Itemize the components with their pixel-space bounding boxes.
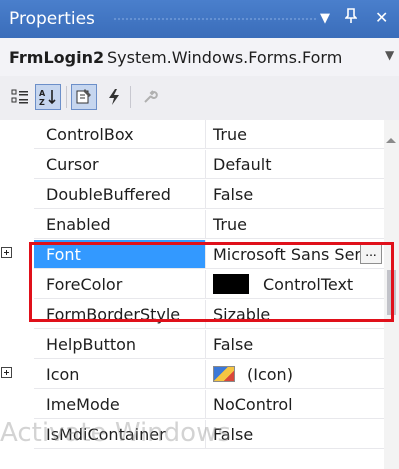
- property-value-text: True: [213, 215, 247, 234]
- property-value-text: NoControl: [213, 395, 293, 414]
- title-bar-grip[interactable]: [113, 17, 318, 22]
- pin-icon[interactable]: [344, 8, 358, 28]
- row-expander[interactable]: [0, 240, 34, 270]
- svg-text:Z: Z: [39, 98, 45, 106]
- property-value-text: Default: [213, 155, 272, 174]
- row-expander: [0, 420, 34, 450]
- property-name[interactable]: ForeColor: [34, 270, 206, 299]
- property-name[interactable]: ControlBox: [34, 120, 206, 149]
- properties-title-bar: Properties ▼ ✕: [0, 0, 399, 38]
- row-expander: [0, 180, 34, 210]
- property-name[interactable]: ImeMode: [34, 390, 206, 419]
- property-value-text: False: [213, 335, 254, 354]
- row-expander: [0, 390, 34, 420]
- property-name[interactable]: IsMdiContainer: [34, 420, 206, 449]
- alphabetical-sort-icon[interactable]: A Z: [35, 84, 61, 110]
- property-value-text: ControlText: [263, 275, 354, 294]
- svg-text:A: A: [39, 89, 46, 98]
- property-row-icon[interactable]: Icon (Icon): [0, 360, 399, 390]
- property-value[interactable]: ControlText: [206, 270, 384, 299]
- property-value[interactable]: False: [206, 420, 384, 449]
- property-name[interactable]: DoubleBuffered: [34, 180, 206, 209]
- property-row-font[interactable]: Font Microsoft Sans Serif...: [0, 240, 399, 270]
- property-name[interactable]: HelpButton: [34, 330, 206, 359]
- property-row-helpbutton[interactable]: HelpButton False: [0, 330, 399, 360]
- property-name[interactable]: Icon: [34, 360, 206, 389]
- row-expander: [0, 210, 34, 240]
- property-grid-scrollbar[interactable]: [384, 120, 399, 469]
- property-value[interactable]: Sizable: [206, 300, 384, 329]
- properties-toolbar: A Z: [0, 76, 399, 120]
- property-grid: ControlBox True Cursor Default DoubleBuffere…: [0, 120, 399, 469]
- property-value[interactable]: True: [206, 210, 384, 239]
- properties-icon[interactable]: [71, 84, 97, 110]
- property-value[interactable]: NoControl: [206, 390, 384, 419]
- property-value-text: False: [213, 185, 254, 204]
- row-expander: [0, 270, 34, 300]
- property-value-text: True: [213, 125, 247, 144]
- row-expander: [0, 150, 34, 180]
- property-value[interactable]: Microsoft Sans Serif: [206, 240, 384, 269]
- property-name[interactable]: Enabled: [34, 210, 206, 239]
- expand-plus-icon[interactable]: [1, 367, 12, 378]
- row-expander: [0, 120, 34, 150]
- form-icon-thumbnail-icon: [213, 366, 235, 382]
- scroll-up-arrow-icon[interactable]: [386, 138, 396, 143]
- events-lightning-icon[interactable]: [101, 84, 127, 110]
- toolbar-separator: [130, 86, 131, 108]
- row-expander: [0, 300, 34, 330]
- property-value-text: Sizable: [213, 305, 271, 324]
- property-value[interactable]: True: [206, 120, 384, 149]
- property-row-cursor[interactable]: Cursor Default: [0, 150, 399, 180]
- object-name: FrmLogin2: [9, 48, 105, 67]
- property-value-text: False: [213, 425, 254, 444]
- property-name[interactable]: Cursor: [34, 150, 206, 179]
- property-value[interactable]: False: [206, 330, 384, 359]
- window-title: Properties: [9, 9, 95, 29]
- close-icon[interactable]: ✕: [375, 8, 388, 27]
- property-name[interactable]: FormBorderStyle: [34, 300, 206, 329]
- property-row-enabled[interactable]: Enabled True: [0, 210, 399, 240]
- color-swatch: [213, 274, 249, 294]
- row-expander: [0, 330, 34, 360]
- window-position-dropdown-icon[interactable]: ▼: [320, 11, 330, 26]
- expand-plus-icon[interactable]: [1, 247, 12, 258]
- scrollbar-thumb[interactable]: [387, 270, 396, 315]
- property-row-ismdicontainer[interactable]: IsMdiContainer False: [0, 420, 399, 450]
- property-value[interactable]: Default: [206, 150, 384, 179]
- property-row-formborderstyle[interactable]: FormBorderStyle Sizable: [0, 300, 399, 330]
- property-row-controlbox[interactable]: ControlBox True: [0, 120, 399, 150]
- property-row-imemode[interactable]: ImeMode NoControl: [0, 390, 399, 420]
- toolbar-separator: [66, 86, 67, 108]
- property-value[interactable]: False: [206, 180, 384, 209]
- property-row-doublebuffered[interactable]: DoubleBuffered False: [0, 180, 399, 210]
- font-editor-ellipsis-button[interactable]: ...: [360, 244, 382, 264]
- property-name[interactable]: Font: [34, 240, 206, 269]
- property-value[interactable]: (Icon): [206, 360, 384, 389]
- property-pages-wrench-icon[interactable]: [137, 84, 163, 110]
- property-value-text: (Icon): [247, 365, 293, 384]
- categorized-icon[interactable]: [7, 84, 33, 110]
- chevron-down-icon[interactable]: ▼: [385, 48, 394, 62]
- object-selector[interactable]: FrmLogin2 System.Windows.Forms.Form ▼: [0, 38, 399, 77]
- property-value-text: Microsoft Sans Serif: [213, 245, 372, 264]
- object-type: System.Windows.Forms.Form: [107, 48, 343, 67]
- property-row-forecolor[interactable]: ForeColor ControlText: [0, 270, 399, 300]
- row-expander[interactable]: [0, 360, 34, 390]
